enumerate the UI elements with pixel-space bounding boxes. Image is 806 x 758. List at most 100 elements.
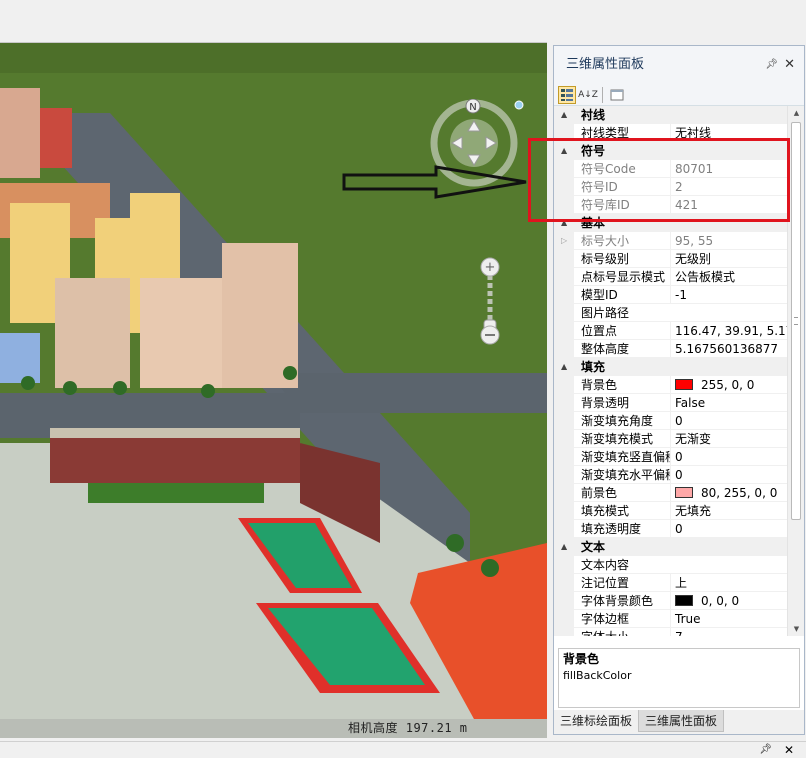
row-gutter xyxy=(554,448,574,466)
collapse-icon[interactable]: ▲ xyxy=(561,358,567,376)
property-row[interactable]: 填充模式 无填充 xyxy=(554,502,787,520)
property-row[interactable]: 渐变填充角度 0 xyxy=(554,412,787,430)
property-value-text: 无填充 xyxy=(675,504,712,518)
property-name: 文本内容 xyxy=(581,558,630,572)
property-pages-icon[interactable] xyxy=(608,86,626,104)
property-value-text: 公告板模式 xyxy=(675,270,736,284)
panel-title: 三维属性面板 xyxy=(566,57,645,72)
scroll-down-icon[interactable]: ▼ xyxy=(788,622,805,636)
property-row[interactable]: 填充透明度 0 xyxy=(554,520,787,538)
property-value[interactable]: 无渐变 xyxy=(670,430,787,448)
property-name: 注记位置 xyxy=(581,576,630,590)
row-gutter xyxy=(554,502,574,520)
collapse-icon[interactable]: ▲ xyxy=(561,538,567,556)
property-name: 字体边框 xyxy=(581,612,630,626)
property-value[interactable]: True xyxy=(670,610,787,628)
property-row[interactable]: 注记位置 上 xyxy=(554,574,787,592)
row-gutter xyxy=(554,340,574,358)
property-value[interactable]: 116.47, 39.91, 5.17 xyxy=(670,322,787,340)
property-row[interactable]: ▷ 标号大小 95, 55 xyxy=(554,232,787,250)
property-category-row[interactable]: ▲ 衬线 xyxy=(554,106,787,124)
property-value-text: 无级别 xyxy=(675,252,712,266)
compass-north-label: N xyxy=(469,102,476,113)
property-value-text: 80, 255, 0, 0 xyxy=(701,486,778,500)
property-name: 字体背景颜色 xyxy=(581,594,654,608)
annotation-arrow-icon xyxy=(342,165,527,199)
categorized-icon[interactable] xyxy=(558,85,576,104)
property-name: 整体高度 xyxy=(581,342,630,356)
property-value[interactable]: 255, 0, 0 xyxy=(670,376,787,394)
property-row[interactable]: 背景色 255, 0, 0 xyxy=(554,376,787,394)
row-gutter xyxy=(554,520,574,538)
property-row[interactable]: 渐变填充模式 无渐变 xyxy=(554,430,787,448)
category-label: 填充 xyxy=(581,360,606,374)
property-name: 模型ID xyxy=(581,288,618,302)
property-value[interactable]: 公告板模式 xyxy=(670,268,787,286)
property-name: 字体大小 xyxy=(581,628,670,636)
property-row[interactable]: 标号级别 无级别 xyxy=(554,250,787,268)
property-grid-toolbar: A↓Z xyxy=(554,84,804,106)
property-row[interactable]: 渐变填充水平偏移 0 xyxy=(554,466,787,484)
property-row[interactable]: 字体背景颜色 0, 0, 0 xyxy=(554,592,787,610)
collapse-icon[interactable]: ▲ xyxy=(561,106,567,124)
property-category-row[interactable]: ▲ 文本 xyxy=(554,538,787,556)
property-row[interactable]: 渐变填充竖直偏移 0 xyxy=(554,448,787,466)
property-value[interactable]: 0 xyxy=(670,448,787,466)
property-value[interactable]: 0 xyxy=(670,466,787,484)
3d-scene-viewport[interactable]: N + 相机高度 197.21 m xyxy=(0,42,547,738)
property-value[interactable]: -1 xyxy=(670,286,787,304)
property-row[interactable]: 模型ID -1 xyxy=(554,286,787,304)
property-row[interactable]: 图片路径 xyxy=(554,304,787,322)
property-name: 位置点 xyxy=(581,324,618,338)
panel-tab[interactable]: 三维标绘面板 xyxy=(554,710,638,732)
zoom-out-button[interactable] xyxy=(480,325,502,347)
scroll-up-icon[interactable]: ▲ xyxy=(788,106,805,120)
property-category-row[interactable]: ▲ 填充 xyxy=(554,358,787,376)
property-row[interactable]: 字体大小 7 xyxy=(554,628,787,636)
row-gutter xyxy=(554,430,574,448)
navigation-control[interactable]: N + xyxy=(430,99,530,339)
property-value[interactable]: 95, 55 xyxy=(670,232,787,250)
scrollbar-thumb[interactable] xyxy=(791,122,801,520)
color-swatch xyxy=(675,379,693,390)
property-value[interactable]: False xyxy=(670,394,787,412)
property-value[interactable]: 0, 0, 0 xyxy=(670,592,787,610)
row-gutter xyxy=(554,322,574,340)
row-gutter xyxy=(554,376,574,394)
alpha-sort-icon[interactable]: A↓Z xyxy=(578,86,598,104)
row-gutter xyxy=(554,250,574,268)
property-name: 渐变填充模式 xyxy=(581,432,654,446)
property-value[interactable]: 7 xyxy=(670,628,787,636)
property-value[interactable]: 0 xyxy=(670,520,787,538)
row-gutter xyxy=(554,556,574,574)
close-icon[interactable]: ✕ xyxy=(784,46,795,84)
property-value-text: 0 xyxy=(675,468,683,482)
property-row[interactable]: 背景透明 False xyxy=(554,394,787,412)
property-value[interactable]: 上 xyxy=(670,574,787,592)
property-row[interactable]: 整体高度 5.167560136877 xyxy=(554,340,787,358)
property-row[interactable]: 前景色 80, 255, 0, 0 xyxy=(554,484,787,502)
panel-tab[interactable]: 三维属性面板 xyxy=(638,710,725,732)
property-value[interactable]: 无填充 xyxy=(670,502,787,520)
bottom-close-icon[interactable]: ✕ xyxy=(784,743,794,757)
property-value[interactable]: 5.167560136877 xyxy=(670,340,787,358)
expand-icon[interactable]: ▷ xyxy=(561,232,567,250)
bottom-pin-icon[interactable]: 📌︎ xyxy=(759,744,772,755)
row-gutter xyxy=(554,484,574,502)
property-value-text: -1 xyxy=(675,288,687,302)
property-row[interactable]: 文本内容 xyxy=(554,556,787,574)
property-row[interactable]: 点标号显示模式 公告板模式 xyxy=(554,268,787,286)
row-gutter xyxy=(554,466,574,484)
svg-text:+: + xyxy=(485,260,496,275)
property-value[interactable]: 0 xyxy=(670,412,787,430)
property-value[interactable]: 80, 255, 0, 0 xyxy=(670,484,787,502)
property-name: 点标号显示模式 xyxy=(581,270,666,284)
row-gutter xyxy=(554,394,574,412)
property-name: 标号级别 xyxy=(581,252,630,266)
pin-icon[interactable]: 📌︎ xyxy=(765,46,778,84)
property-row[interactable]: 位置点 116.47, 39.91, 5.17 xyxy=(554,322,787,340)
property-name: 填充透明度 xyxy=(581,522,642,536)
property-value[interactable]: 无级别 xyxy=(670,250,787,268)
property-row[interactable]: 字体边框 True xyxy=(554,610,787,628)
property-value-text: 95, 55 xyxy=(675,234,714,248)
